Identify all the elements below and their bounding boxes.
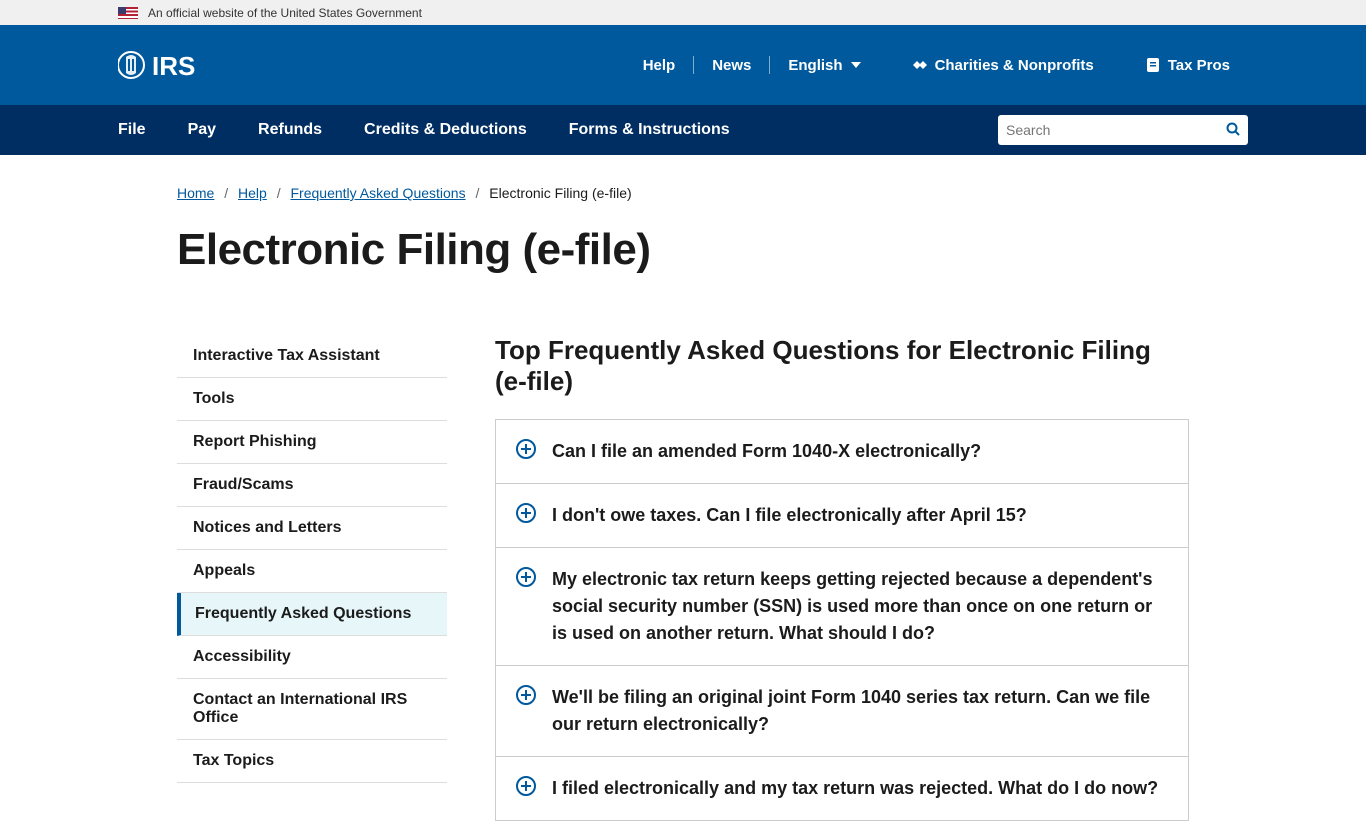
taxpros-link[interactable]: Tax Pros <box>1126 56 1248 74</box>
us-flag-icon <box>118 7 138 19</box>
svg-text:IRS: IRS <box>152 51 195 81</box>
faq-question: My electronic tax return keeps getting r… <box>552 566 1168 647</box>
sidebar-item[interactable]: Appeals <box>177 550 447 593</box>
crumb-sep: / <box>476 185 480 201</box>
charities-label: Charities & Nonprofits <box>935 57 1094 74</box>
faq-item[interactable]: I don't owe taxes. Can I file electronic… <box>495 483 1189 548</box>
crumb-help[interactable]: Help <box>238 185 267 201</box>
faq-item[interactable]: I filed electronically and my tax return… <box>495 756 1189 821</box>
top-header: IRS Help News English Charities & Nonpro… <box>0 25 1366 105</box>
crumb-sep: / <box>277 185 281 201</box>
main-row: Interactive Tax AssistantToolsReport Phi… <box>177 335 1189 820</box>
page-title: Electronic Filing (e-file) <box>177 225 1189 275</box>
sidebar-item[interactable]: Report Phishing <box>177 421 447 464</box>
faq-area: Top Frequently Asked Questions for Elect… <box>495 335 1189 820</box>
language-label: English <box>788 57 842 74</box>
top-links: Help News English Charities & Nonprofits… <box>625 56 1248 74</box>
irs-logo[interactable]: IRS <box>118 47 218 83</box>
news-link[interactable]: News <box>694 56 770 74</box>
faq-list: Can I file an amended Form 1040-X electr… <box>495 419 1189 821</box>
taxpros-label: Tax Pros <box>1168 57 1230 74</box>
document-icon <box>1144 56 1162 74</box>
sidebar-item[interactable]: Interactive Tax Assistant <box>177 335 447 378</box>
search-input[interactable] <box>1006 122 1226 138</box>
sidebar-item[interactable]: Accessibility <box>177 636 447 679</box>
gov-banner: An official website of the United States… <box>0 0 1366 25</box>
faq-question: I filed electronically and my tax return… <box>552 775 1168 802</box>
breadcrumb: Home / Help / Frequently Asked Questions… <box>177 155 1189 201</box>
nav-refunds[interactable]: Refunds <box>258 121 322 139</box>
sidebar-item[interactable]: Tools <box>177 378 447 421</box>
nav-pay[interactable]: Pay <box>188 121 216 139</box>
nav-credits[interactable]: Credits & Deductions <box>364 121 527 139</box>
crumb-sep: / <box>224 185 228 201</box>
sidebar-item[interactable]: Contact an International IRS Office <box>177 679 447 740</box>
faq-question: Can I file an amended Form 1040-X electr… <box>552 438 1168 465</box>
nav-forms[interactable]: Forms & Instructions <box>569 121 730 139</box>
faq-heading: Top Frequently Asked Questions for Elect… <box>495 335 1189 397</box>
sidebar-item[interactable]: Notices and Letters <box>177 507 447 550</box>
plus-circle-icon <box>516 685 536 705</box>
faq-item[interactable]: We'll be filing an original joint Form 1… <box>495 665 1189 757</box>
content: Home / Help / Frequently Asked Questions… <box>59 155 1307 820</box>
plus-circle-icon <box>516 503 536 523</box>
plus-circle-icon <box>516 567 536 587</box>
charities-link[interactable]: Charities & Nonprofits <box>893 56 1112 74</box>
crumb-faq[interactable]: Frequently Asked Questions <box>291 185 466 201</box>
sidebar-item[interactable]: Tax Topics <box>177 740 447 783</box>
sidebar-item[interactable]: Fraud/Scams <box>177 464 447 507</box>
faq-item[interactable]: Can I file an amended Form 1040-X electr… <box>495 419 1189 484</box>
sidebar-item[interactable]: Frequently Asked Questions <box>177 593 447 636</box>
search-icon[interactable] <box>1226 122 1240 139</box>
crumb-current: Electronic Filing (e-file) <box>489 185 631 201</box>
language-selector[interactable]: English <box>770 56 878 74</box>
faq-item[interactable]: My electronic tax return keeps getting r… <box>495 547 1189 666</box>
sidebar: Interactive Tax AssistantToolsReport Phi… <box>177 335 447 783</box>
gov-banner-text: An official website of the United States… <box>148 6 422 20</box>
nav-file[interactable]: File <box>118 121 146 139</box>
faq-question: We'll be filing an original joint Form 1… <box>552 684 1168 738</box>
handshake-icon <box>911 56 929 74</box>
chevron-down-icon <box>851 62 861 68</box>
nav-bar: File Pay Refunds Credits & Deductions Fo… <box>0 105 1366 155</box>
help-link[interactable]: Help <box>625 56 695 74</box>
plus-circle-icon <box>516 776 536 796</box>
nav-items: File Pay Refunds Credits & Deductions Fo… <box>118 121 730 139</box>
crumb-home[interactable]: Home <box>177 185 214 201</box>
plus-circle-icon <box>516 439 536 459</box>
faq-question: I don't owe taxes. Can I file electronic… <box>552 502 1168 529</box>
search-box[interactable] <box>998 115 1248 145</box>
